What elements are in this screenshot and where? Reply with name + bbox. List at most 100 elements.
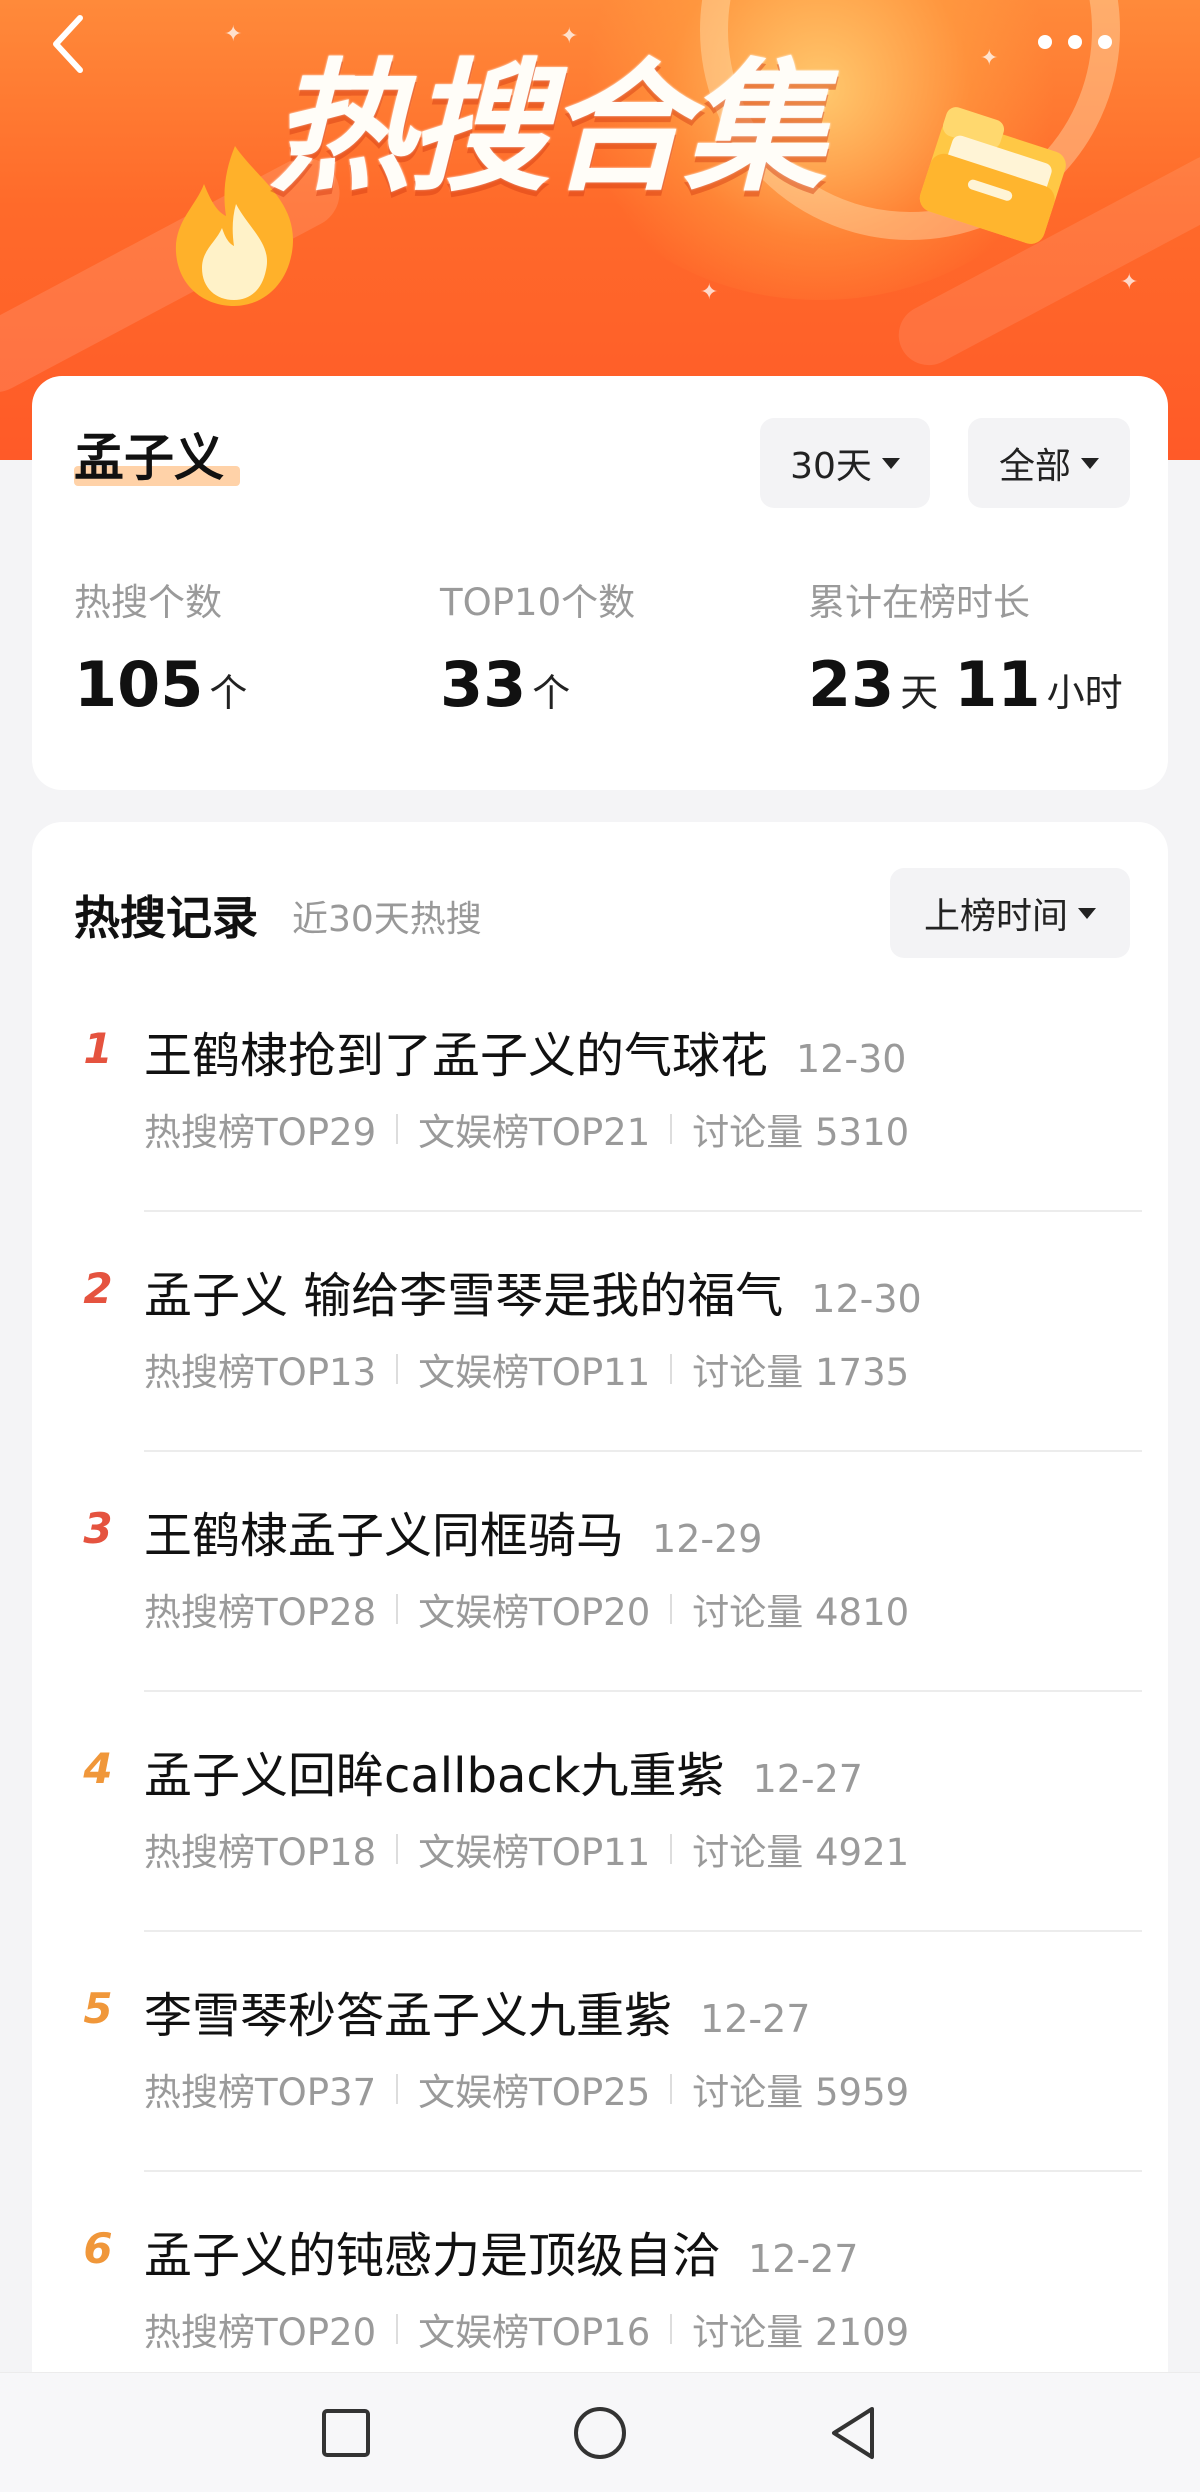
discussion-count: 讨论量 5310 xyxy=(692,1111,910,1154)
record-date: 12-27 xyxy=(700,1997,811,2041)
system-nav-bar xyxy=(0,2372,1200,2492)
record-title-text: 孟子义 输给李雪琴是我的福气 xyxy=(144,1268,784,1324)
record-date: 12-29 xyxy=(652,1517,763,1561)
rank-number: 1 xyxy=(83,1024,113,1073)
record-meta: 热搜榜TOP13 文娱榜TOP11 讨论量 1735 xyxy=(144,1342,909,1396)
record-title-text: 孟子义的钝感力是顶级自洽 xyxy=(144,2228,721,2284)
records-subtitle: 近30天热搜 xyxy=(292,899,482,940)
ent-rank: 文娱榜TOP21 xyxy=(418,1111,651,1154)
records-title: 热搜记录 xyxy=(74,891,258,945)
record-date: 12-30 xyxy=(811,1277,922,1321)
stat-unit: 个 xyxy=(209,671,248,715)
days-filter-dropdown[interactable]: 30天 xyxy=(760,418,930,508)
record-item[interactable]: 5 李雪琴秒答孟子义九重紫 12-27 热搜榜TOP37 文娱榜TOP25 讨论量… xyxy=(32,1932,1168,2172)
ent-rank: 文娱榜TOP20 xyxy=(418,1591,651,1634)
separator xyxy=(670,1114,673,1144)
stat-number: 33 xyxy=(440,648,527,721)
rank-number: 2 xyxy=(83,1264,113,1313)
record-meta: 热搜榜TOP28 文娱榜TOP20 讨论量 4810 xyxy=(144,1582,909,1636)
hot-rank: 热搜榜TOP18 xyxy=(144,1831,377,1874)
stat-number-hours: 11 xyxy=(954,648,1041,721)
separator xyxy=(396,2074,399,2104)
scope-filter-label: 全部 xyxy=(998,446,1071,487)
system-back-button[interactable] xyxy=(824,2403,884,2463)
separator xyxy=(396,1594,399,1624)
record-date: 12-27 xyxy=(748,2237,859,2281)
stat-value: 23 天 11 小时 xyxy=(808,648,1139,721)
separator xyxy=(670,2074,673,2104)
stat-unit-days: 天 xyxy=(900,671,939,715)
hot-rank: 热搜榜TOP20 xyxy=(144,2311,377,2354)
separator xyxy=(396,1114,399,1144)
hot-rank: 热搜榜TOP29 xyxy=(144,1111,377,1154)
recent-apps-button[interactable] xyxy=(316,2403,376,2463)
person-name-wrap: 孟子义 xyxy=(74,428,240,488)
recent-apps-icon xyxy=(322,2409,370,2457)
stat-number: 105 xyxy=(74,648,204,721)
separator xyxy=(670,1594,673,1624)
record-meta: 热搜榜TOP18 文娱榜TOP11 讨论量 4921 xyxy=(144,1822,909,1876)
more-button[interactable] xyxy=(1030,14,1120,70)
hot-rank: 热搜榜TOP37 xyxy=(144,2071,377,2114)
back-button[interactable] xyxy=(40,8,96,80)
back-icon xyxy=(832,2407,874,2459)
ent-rank: 文娱榜TOP16 xyxy=(418,2311,651,2354)
record-date: 12-30 xyxy=(796,1037,907,1081)
stat-label: TOP10个数 xyxy=(440,581,636,624)
separator xyxy=(670,2314,673,2344)
separator xyxy=(670,1354,673,1384)
stat-value: 105 个 xyxy=(74,648,263,721)
stat-top10-count: TOP10个数 33 个 xyxy=(440,572,635,721)
separator xyxy=(670,1834,673,1864)
record-title: 李雪琴秒答孟子义九重紫 12-27 xyxy=(144,1976,810,2046)
stat-value: 33 个 xyxy=(440,648,635,721)
folder-icon xyxy=(919,107,1066,244)
record-title-text: 王鹤棣孟子义同框骑马 xyxy=(144,1508,625,1564)
more-dots-icon xyxy=(1038,35,1112,49)
record-meta: 热搜榜TOP37 文娱榜TOP25 讨论量 5959 xyxy=(144,2062,909,2116)
record-title: 孟子义 输给李雪琴是我的福气 12-30 xyxy=(144,1256,922,1326)
record-title: 孟子义回眸callback九重紫 12-27 xyxy=(144,1736,863,1806)
stat-number-days: 23 xyxy=(808,648,895,721)
separator xyxy=(396,1834,399,1864)
record-meta: 热搜榜TOP20 文娱榜TOP16 讨论量 2109 xyxy=(144,2302,909,2356)
stat-unit-hours: 小时 xyxy=(1046,671,1123,715)
scope-filter-dropdown[interactable]: 全部 xyxy=(968,418,1130,508)
stat-hot-count: 热搜个数 105 个 xyxy=(74,572,263,721)
rank-number: 3 xyxy=(83,1504,113,1553)
sort-label: 上榜时间 xyxy=(923,896,1068,937)
banner-title: 热搜合集 xyxy=(270,46,826,211)
home-icon xyxy=(574,2407,626,2459)
records-card: 热搜记录 近30天热搜 上榜时间 1 王鹤棣抢到了孟子义的气球花 12-30 热搜… xyxy=(32,822,1168,2492)
ent-rank: 文娱榜TOP11 xyxy=(418,1831,651,1874)
sparkle-icon: ✦ xyxy=(224,22,243,47)
days-filter-label: 30天 xyxy=(790,446,872,487)
rank-number: 6 xyxy=(83,2224,113,2273)
home-button[interactable] xyxy=(570,2403,630,2463)
sparkle-icon: ✦ xyxy=(980,46,999,71)
ent-rank: 文娱榜TOP11 xyxy=(418,1351,651,1394)
hot-rank: 热搜榜TOP28 xyxy=(144,1591,377,1634)
discussion-count: 讨论量 4810 xyxy=(692,1591,910,1634)
sparkle-icon: ✦ xyxy=(1120,270,1139,295)
record-title-text: 孟子义回眸callback九重紫 xyxy=(144,1748,725,1804)
caret-down-icon xyxy=(1078,907,1096,919)
record-meta: 热搜榜TOP29 文娱榜TOP21 讨论量 5310 xyxy=(144,1102,909,1156)
discussion-count: 讨论量 1735 xyxy=(692,1351,910,1394)
stat-total-duration: 累计在榜时长 23 天 11 小时 xyxy=(808,572,1139,721)
discussion-count: 讨论量 4921 xyxy=(692,1831,910,1874)
record-item[interactable]: 1 王鹤棣抢到了孟子义的气球花 12-30 热搜榜TOP29 文娱榜TOP21 讨… xyxy=(32,972,1168,1212)
record-item[interactable]: 4 孟子义回眸callback九重紫 12-27 热搜榜TOP18 文娱榜TOP1… xyxy=(32,1692,1168,1932)
ent-rank: 文娱榜TOP25 xyxy=(418,2071,651,2114)
discussion-count: 讨论量 2109 xyxy=(692,2311,910,2354)
sort-dropdown[interactable]: 上榜时间 xyxy=(890,868,1130,958)
stat-label: 累计在榜时长 xyxy=(808,581,1030,624)
record-title: 王鹤棣孟子义同框骑马 12-29 xyxy=(144,1496,762,1566)
discussion-count: 讨论量 5959 xyxy=(692,2071,910,2114)
record-date: 12-27 xyxy=(752,1757,863,1801)
stat-unit: 个 xyxy=(532,671,571,715)
separator xyxy=(396,2314,399,2344)
record-title: 孟子义的钝感力是顶级自洽 12-27 xyxy=(144,2216,858,2286)
record-item[interactable]: 2 孟子义 输给李雪琴是我的福气 12-30 热搜榜TOP13 文娱榜TOP11 … xyxy=(32,1212,1168,1452)
record-item[interactable]: 3 王鹤棣孟子义同框骑马 12-29 热搜榜TOP28 文娱榜TOP20 讨论量 … xyxy=(32,1452,1168,1692)
